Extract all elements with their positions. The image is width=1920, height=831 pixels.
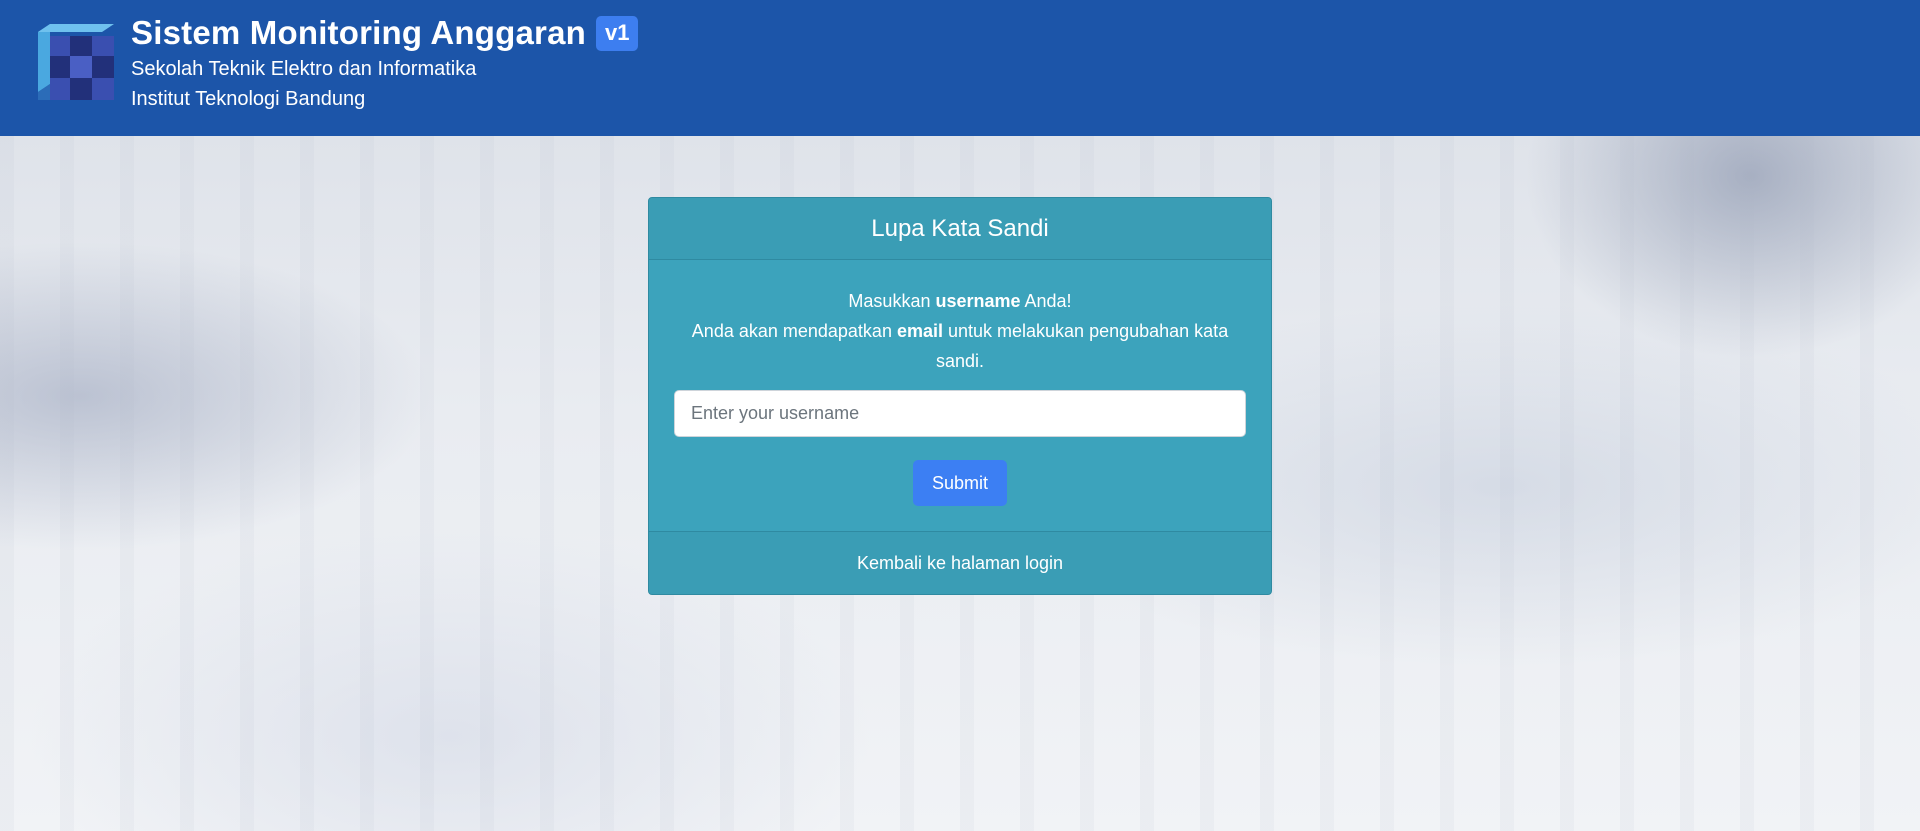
card-footer: Kembali ke halaman login [649,532,1271,594]
title-row: Sistem Monitoring Anggaran v1 [131,14,639,52]
forgot-password-card: Lupa Kata Sandi Masukkan username Anda! … [648,197,1272,595]
card-body: Masukkan username Anda! Anda akan mendap… [649,260,1271,532]
instructions-text: Masukkan username Anda! Anda akan mendap… [691,291,1229,371]
username-emphasis: username [935,291,1021,311]
username-input[interactable] [674,390,1246,437]
app-title: Sistem Monitoring Anggaran [131,14,586,51]
card-title: Lupa Kata Sandi [649,198,1271,260]
version-badge: v1 [596,15,639,51]
faculty-name: Sekolah Teknik Elektro dan Informatika [131,58,477,80]
email-emphasis: email [896,321,943,341]
app-header: Sistem Monitoring Anggaran v1 Sekolah Te… [0,0,1920,136]
back-to-login-link[interactable]: Kembali ke halaman login [857,553,1063,574]
institution-name: Institut Teknologi Bandung [131,88,366,110]
submit-button[interactable]: Submit [913,460,1007,506]
stei-cube-logo-icon [38,24,114,100]
